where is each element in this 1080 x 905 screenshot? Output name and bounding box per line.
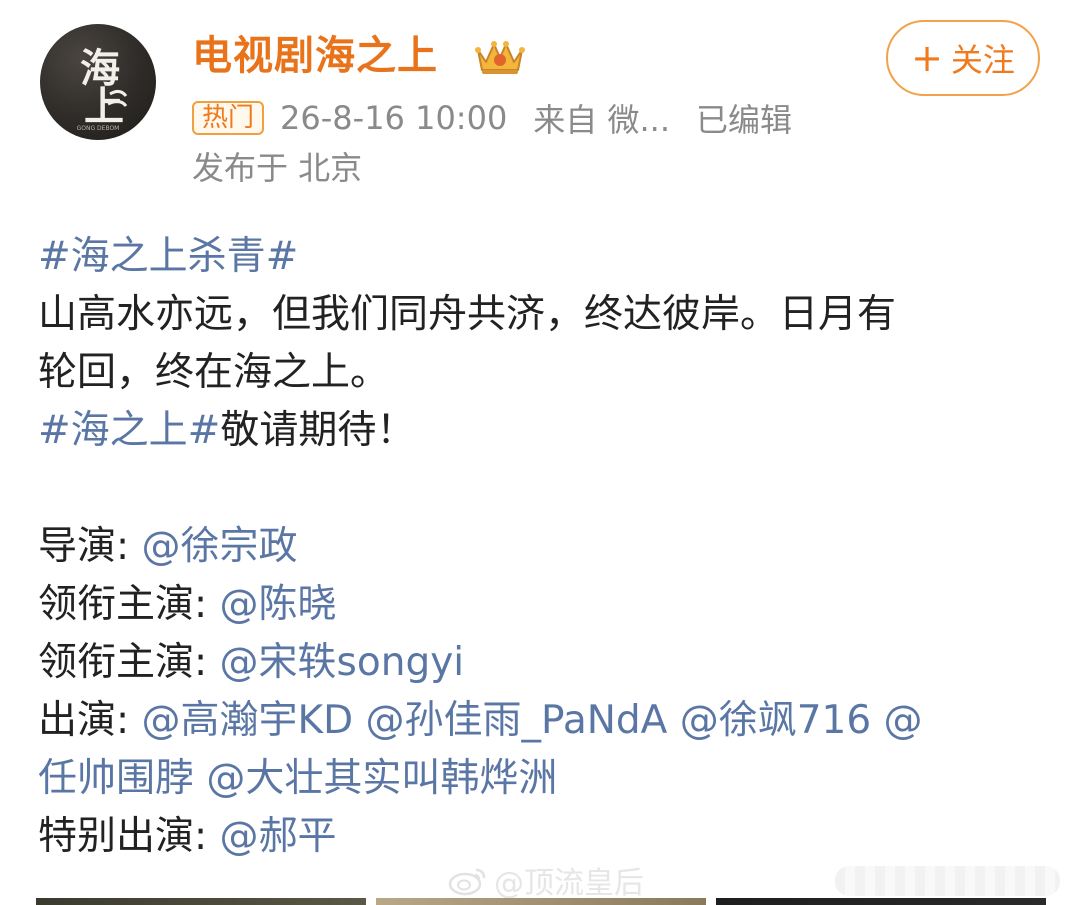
weibo-post-page: 海 上 GONG DEBOM 电视剧海之上 + 关注 热门 26-8-16 10… [0, 0, 1080, 905]
watermark-text: @顶流皇后 [494, 866, 644, 901]
username[interactable]: 电视剧海之上 [192, 28, 438, 84]
blurred-overlay [835, 866, 1060, 896]
avatar-caption: GONG DEBOM [77, 125, 120, 132]
lead-actor-label: 领衔主演: [38, 582, 220, 627]
mention-lead-2[interactable]: @宋轶songyi [220, 640, 465, 685]
edited-label[interactable]: 已编辑 [696, 95, 792, 141]
avatar[interactable]: 海 上 GONG DEBOM [40, 24, 156, 140]
hot-badge: 热门 [192, 101, 265, 135]
topic-link-wrap[interactable]: #海之上杀青# [38, 234, 298, 279]
post-image-1[interactable] [36, 898, 366, 905]
post-meta: 热门 26-8-16 10:00 来自 微... 已编辑 [192, 96, 792, 140]
mention-director[interactable]: @徐宗政 [142, 524, 298, 569]
director-label: 导演: [38, 524, 142, 569]
timestamp: 26-8-16 10:00 [280, 99, 508, 137]
plus-icon: + [911, 36, 943, 80]
mention-cast-list[interactable]: @高瀚宇KD @孙佳雨_PaNdA @徐飒716 @ [142, 698, 923, 743]
lead-actor-label: 领衔主演: [38, 640, 220, 685]
post-location: 发布于 北京 [192, 149, 363, 187]
cast-label: 出演: [38, 698, 142, 743]
post-image-3[interactable] [716, 898, 1046, 905]
mention-special[interactable]: @郝平 [220, 814, 337, 859]
post-content: #海之上杀青# 山高水亦远，但我们同舟共济，终达彼岸。日月有 轮回，终在海之上。… [38, 228, 1048, 866]
post-source[interactable]: 来自 微... [533, 95, 670, 141]
crown-vip-icon[interactable] [472, 36, 528, 76]
mention-lead-1[interactable]: @陈晓 [220, 582, 337, 627]
post-text-line: 轮回，终在海之上。 [38, 350, 390, 395]
follow-label: 关注 [950, 41, 1015, 79]
post-image-2[interactable] [376, 898, 706, 905]
mention-cast-list-continued[interactable]: 任帅围脖 @大壮其实叫韩烨洲 [38, 756, 557, 801]
post-text-expect: 敬请期待！ [220, 408, 416, 453]
weibo-icon [448, 868, 486, 896]
special-appearance-label: 特别出演: [38, 814, 220, 859]
post-text-line: 山高水亦远，但我们同舟共济，终达彼岸。日月有 [38, 292, 897, 337]
follow-button[interactable]: + 关注 [886, 20, 1040, 96]
avatar-logo-icon: 海 上 GONG DEBOM [77, 45, 128, 132]
watermark: @顶流皇后 [448, 858, 644, 902]
topic-link-haizhishang[interactable]: #海之上# [38, 408, 220, 453]
